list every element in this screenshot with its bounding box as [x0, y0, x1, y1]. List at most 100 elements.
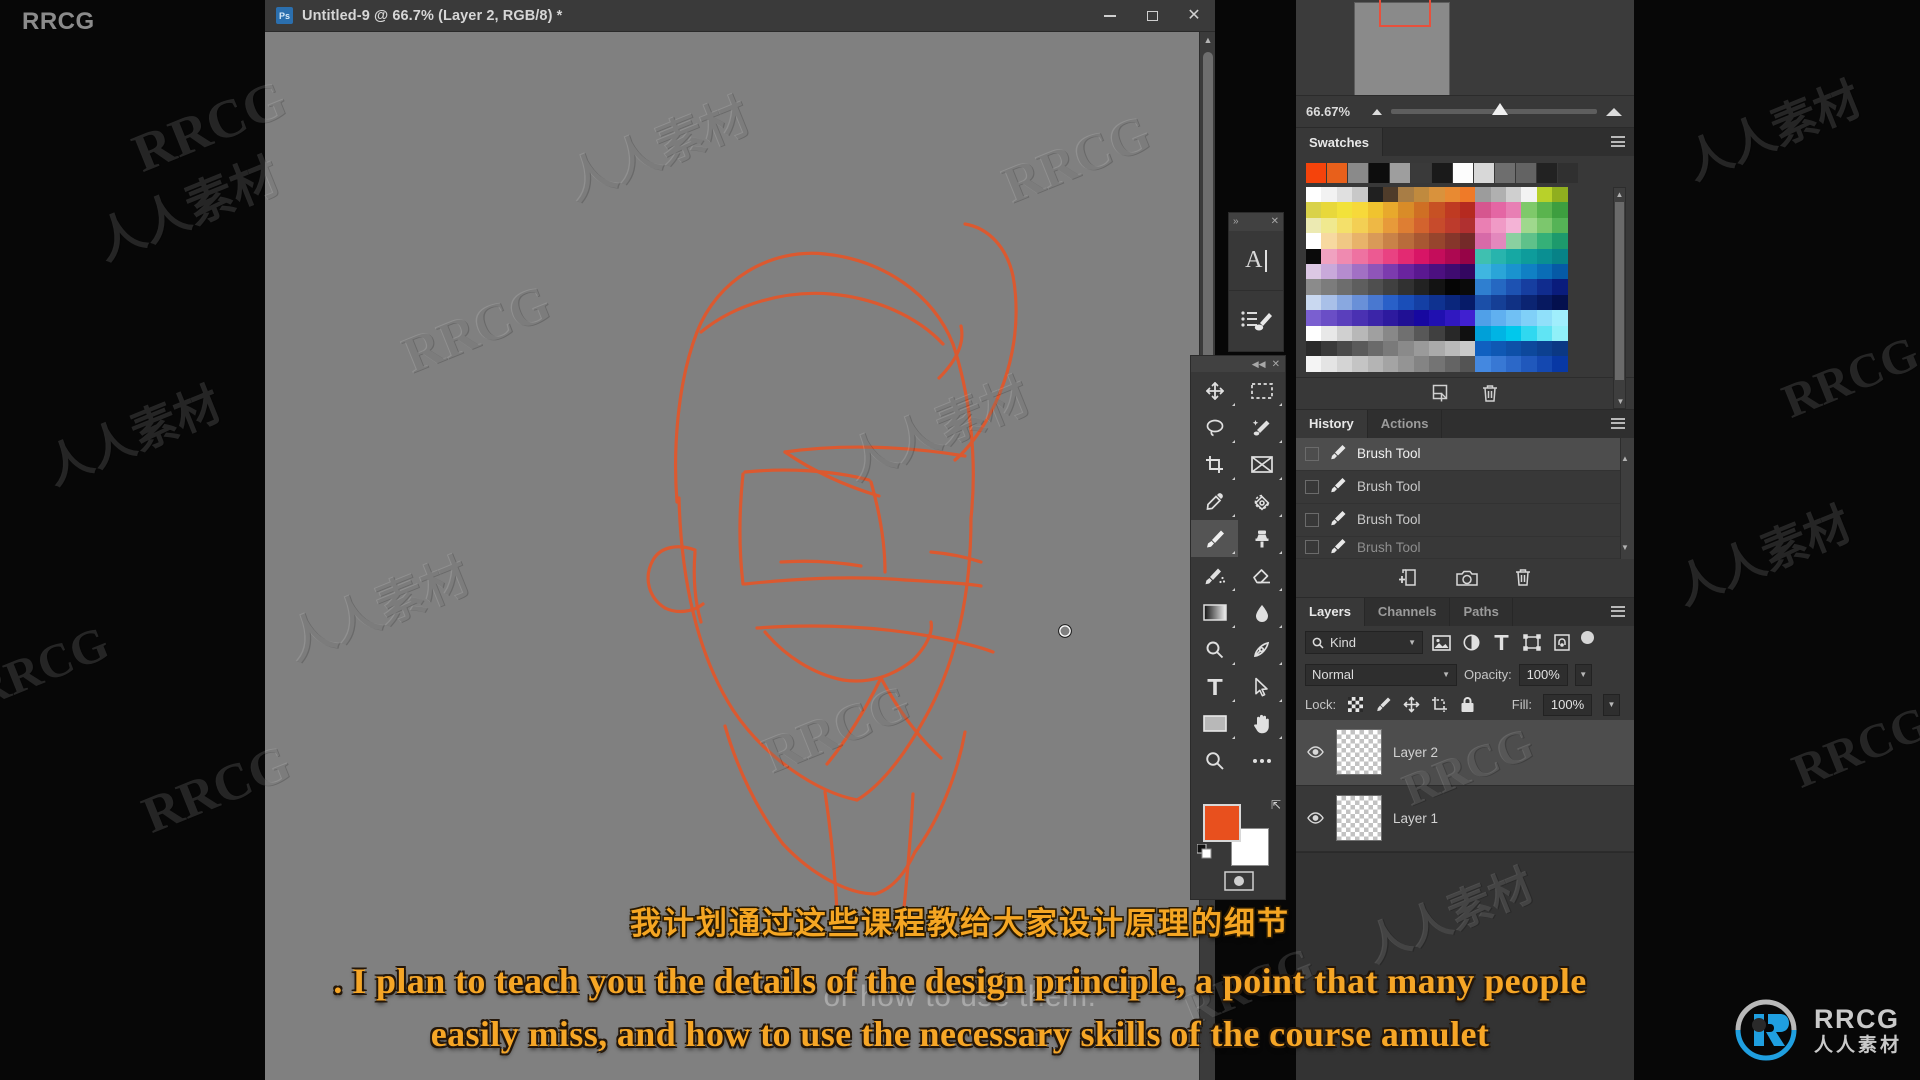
color-swatch[interactable]	[1306, 217, 1322, 234]
color-swatch[interactable]	[1382, 202, 1399, 218]
color-swatch[interactable]	[1429, 263, 1445, 280]
color-swatch[interactable]	[1336, 294, 1353, 311]
color-swatch[interactable]	[1382, 310, 1399, 326]
color-swatch[interactable]	[1398, 248, 1414, 264]
color-swatch[interactable]	[1336, 340, 1353, 357]
color-swatch[interactable]	[1444, 356, 1460, 372]
zoom-out-icon[interactable]	[1372, 108, 1382, 115]
color-swatch[interactable]	[1321, 356, 1337, 372]
color-swatch[interactable]	[1552, 217, 1568, 234]
clone-stamp-tool[interactable]	[1238, 520, 1285, 557]
color-swatch[interactable]	[1536, 310, 1553, 326]
chevron-down-icon[interactable]: ▼	[1408, 638, 1416, 647]
color-swatch[interactable]	[1367, 279, 1383, 295]
color-swatch[interactable]	[1429, 294, 1445, 311]
color-swatch[interactable]	[1506, 217, 1522, 234]
color-swatch[interactable]	[1475, 248, 1491, 264]
color-swatch[interactable]	[1382, 279, 1399, 295]
layer-visibility-toggle[interactable]	[1305, 812, 1325, 824]
scroll-up-icon[interactable]: ▲	[1614, 188, 1625, 201]
swatches-scroll-thumb[interactable]	[1615, 202, 1624, 380]
color-swatch[interactable]	[1382, 233, 1399, 249]
color-swatch[interactable]	[1459, 202, 1476, 218]
color-swatch[interactable]	[1413, 279, 1430, 295]
color-swatch[interactable]	[1490, 217, 1507, 234]
color-swatch[interactable]	[1506, 356, 1522, 372]
eraser-tool[interactable]	[1238, 557, 1285, 594]
color-swatch[interactable]	[1536, 248, 1553, 264]
filter-enable-toggle[interactable]	[1580, 631, 1595, 654]
color-swatch[interactable]	[1306, 279, 1322, 295]
color-swatch[interactable]	[1367, 202, 1383, 218]
color-swatch[interactable]	[1475, 325, 1491, 341]
color-swatch[interactable]	[1490, 202, 1507, 218]
new-document-from-state-icon[interactable]	[1398, 568, 1420, 587]
layer-row[interactable]: Layer 2	[1296, 719, 1634, 786]
color-swatch[interactable]	[1398, 217, 1414, 234]
recent-swatch[interactable]	[1537, 163, 1557, 183]
color-swatch[interactable]	[1336, 279, 1353, 295]
color-swatch[interactable]	[1306, 187, 1322, 203]
color-swatch[interactable]	[1321, 325, 1337, 341]
color-swatch[interactable]	[1506, 310, 1522, 326]
color-swatch[interactable]	[1367, 356, 1383, 372]
color-swatch[interactable]	[1306, 233, 1322, 249]
layer-thumbnail[interactable]	[1336, 795, 1382, 842]
color-swatch[interactable]	[1336, 248, 1353, 264]
color-swatch[interactable]	[1382, 356, 1399, 372]
color-swatch[interactable]	[1490, 248, 1507, 264]
color-swatch[interactable]	[1490, 340, 1507, 357]
color-swatch[interactable]	[1444, 187, 1460, 203]
layer-filter-kind-select[interactable]: Kind ▼	[1305, 631, 1423, 655]
history-state-row[interactable]: Brush Tool	[1296, 537, 1634, 559]
color-swatch[interactable]	[1459, 340, 1476, 357]
color-swatch[interactable]	[1321, 310, 1337, 326]
zoom-tool[interactable]	[1191, 742, 1238, 779]
color-swatch[interactable]	[1382, 294, 1399, 311]
color-swatch[interactable]	[1536, 356, 1553, 372]
recent-swatch[interactable]	[1558, 163, 1578, 183]
color-swatch[interactable]	[1321, 233, 1337, 249]
recent-swatches-row[interactable]	[1296, 156, 1634, 187]
color-swatch[interactable]	[1475, 279, 1491, 295]
dodge-tool[interactable]	[1191, 631, 1238, 668]
color-swatch[interactable]	[1352, 248, 1368, 264]
color-swatch[interactable]	[1429, 356, 1445, 372]
color-swatch[interactable]	[1459, 263, 1476, 280]
recent-swatch[interactable]	[1432, 163, 1452, 183]
color-swatch[interactable]	[1459, 248, 1476, 264]
brush-presets-panel-button[interactable]	[1229, 291, 1283, 351]
color-swatch[interactable]	[1429, 233, 1445, 249]
blend-mode-select[interactable]: Normal ▼	[1305, 663, 1457, 686]
hand-tool[interactable]	[1238, 705, 1285, 742]
tab-paths[interactable]: Paths	[1450, 597, 1513, 626]
filter-smart-objects-icon[interactable]	[1550, 631, 1573, 654]
swatches-panel-menu-icon[interactable]	[1611, 136, 1625, 150]
color-swatch[interactable]	[1444, 233, 1460, 249]
color-swatch[interactable]	[1552, 202, 1568, 218]
color-swatch[interactable]	[1398, 356, 1414, 372]
tab-actions[interactable]: Actions	[1368, 409, 1443, 438]
character-panel-button[interactable]: A	[1229, 231, 1283, 291]
color-swatch[interactable]	[1552, 233, 1568, 249]
recent-swatch[interactable]	[1516, 163, 1536, 183]
layer-name[interactable]: Layer 1	[1393, 811, 1438, 826]
color-swatch[interactable]	[1490, 233, 1507, 249]
document-titlebar[interactable]: Ps Untitled-9 @ 66.7% (Layer 2, RGB/8) *…	[265, 0, 1215, 32]
filter-adjustment-layers-icon[interactable]	[1460, 631, 1483, 654]
layer-row[interactable]: Layer 1	[1296, 786, 1634, 852]
history-state-row[interactable]: Brush Tool	[1296, 504, 1634, 537]
color-swatch[interactable]	[1536, 187, 1553, 203]
color-swatch[interactable]	[1336, 263, 1353, 280]
recent-swatch[interactable]	[1348, 163, 1368, 183]
filter-pixel-layers-icon[interactable]	[1430, 631, 1453, 654]
color-swatch[interactable]	[1521, 340, 1537, 357]
color-swatch[interactable]	[1306, 325, 1322, 341]
color-swatch[interactable]	[1506, 325, 1522, 341]
tab-history[interactable]: History	[1296, 409, 1368, 438]
slice-tool[interactable]	[1238, 446, 1285, 483]
color-swatch[interactable]	[1429, 310, 1445, 326]
maximize-button[interactable]	[1131, 0, 1173, 32]
color-swatch[interactable]	[1413, 248, 1430, 264]
color-swatch[interactable]	[1321, 279, 1337, 295]
